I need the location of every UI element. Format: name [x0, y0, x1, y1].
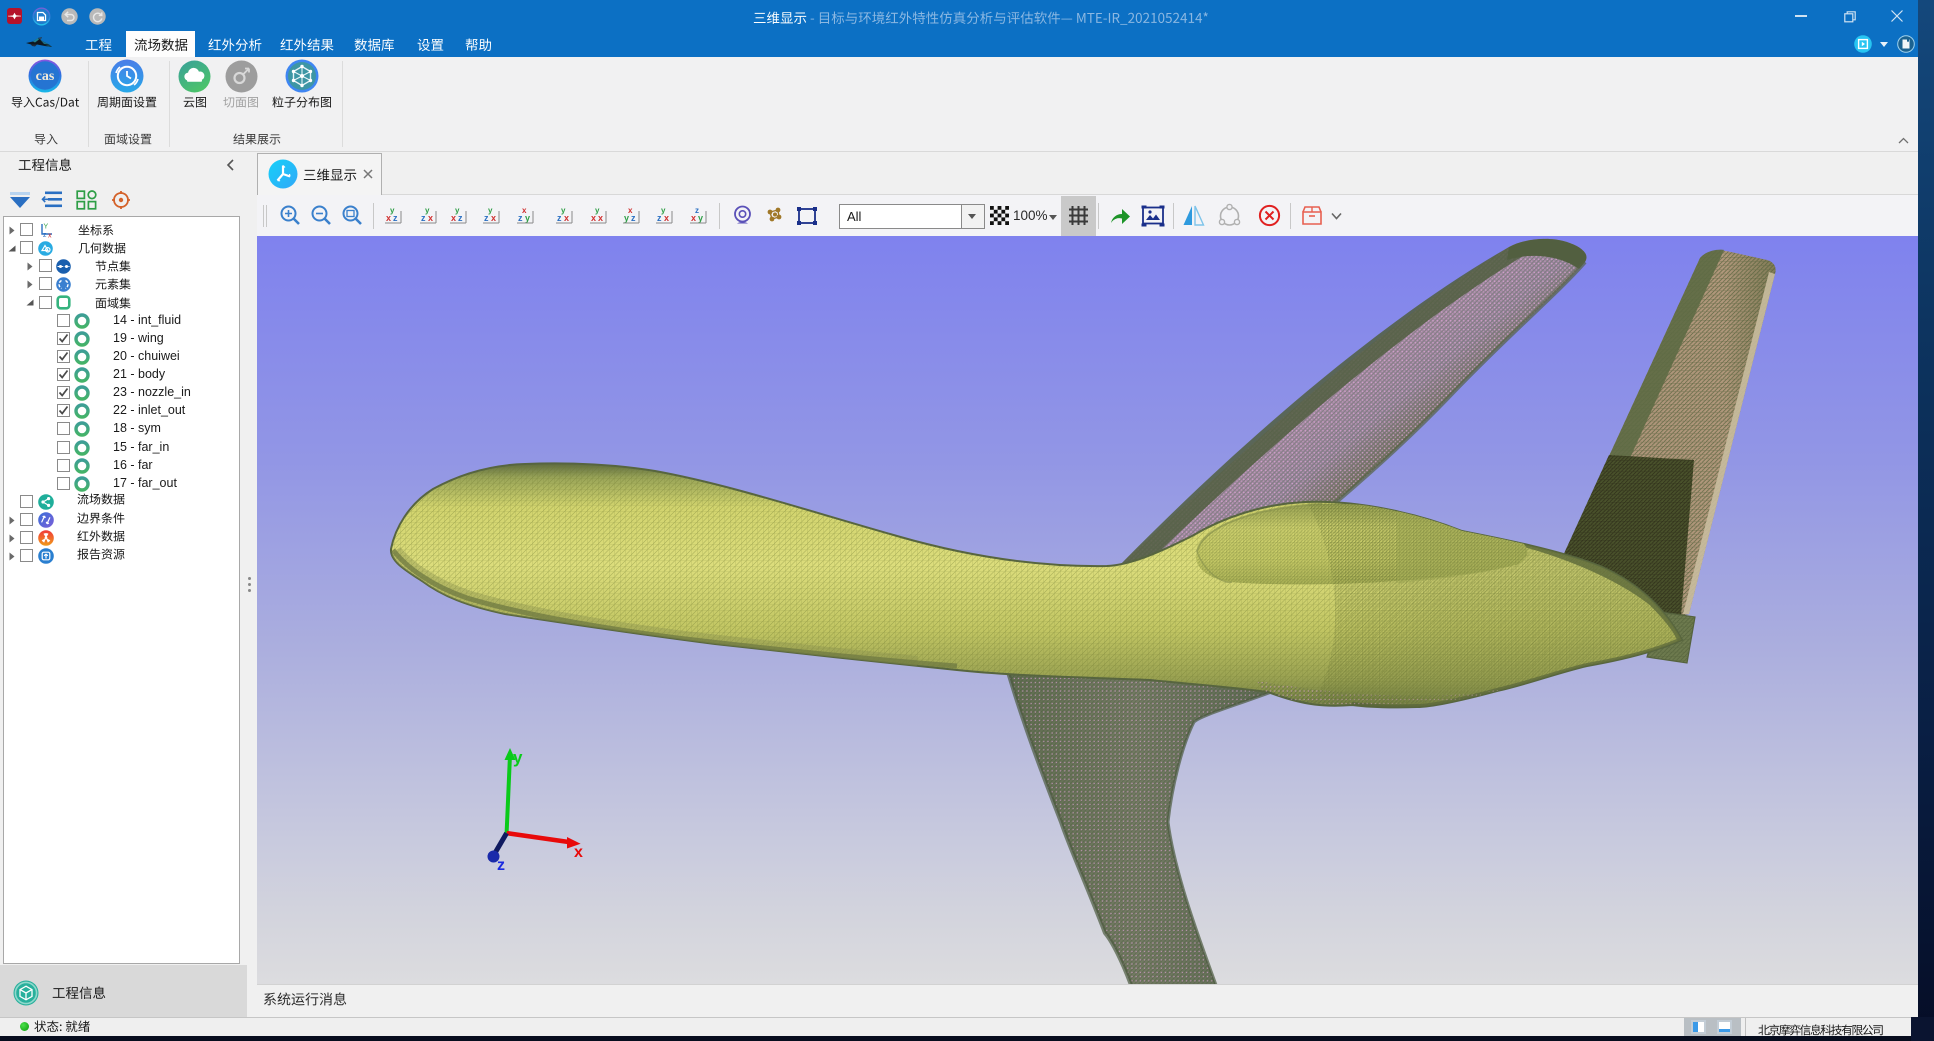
- svg-text:x: x: [574, 844, 583, 861]
- svg-text:y: y: [661, 206, 666, 215]
- svg-text:y: y: [561, 206, 566, 215]
- svg-text:x: x: [522, 206, 527, 215]
- svg-text:y: y: [425, 206, 430, 215]
- svg-text:x: x: [628, 206, 633, 215]
- svg-text:z: z: [695, 206, 699, 215]
- svg-text:y: y: [390, 206, 395, 215]
- svg-text:y: y: [488, 206, 493, 215]
- svg-text:z: z: [497, 857, 505, 874]
- svg-text:y: y: [595, 206, 600, 215]
- svg-text:cas: cas: [36, 69, 55, 84]
- svg-text:z: z: [43, 232, 47, 239]
- svg-text:y: y: [513, 748, 523, 767]
- svg-text:Y: Y: [44, 223, 49, 230]
- svg-text:x: x: [48, 232, 52, 239]
- svg-text:y: y: [455, 206, 460, 215]
